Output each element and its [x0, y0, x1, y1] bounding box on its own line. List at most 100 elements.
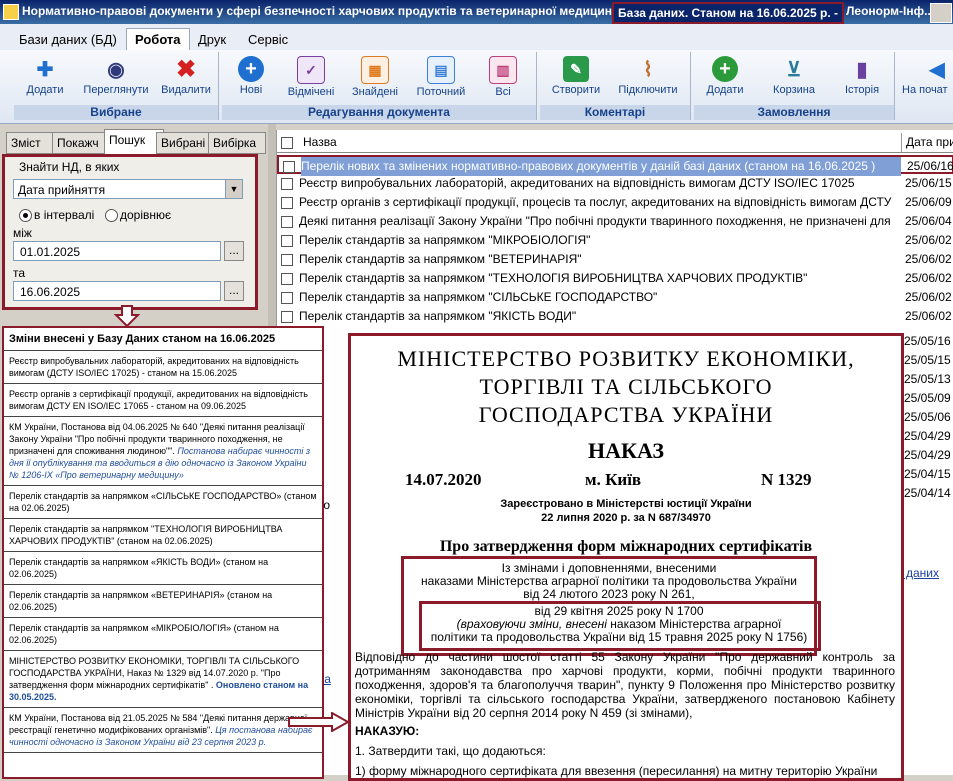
table-row[interactable]: Деякі питання реалізації Закону України …: [277, 212, 953, 231]
row-checkbox[interactable]: [281, 197, 293, 209]
create-comment-button[interactable]: ✎ Створити: [544, 56, 608, 96]
and-label: та: [13, 266, 26, 280]
paperclip-icon: ⌇: [643, 58, 653, 81]
new-docs-button[interactable]: + Нові: [228, 56, 274, 96]
list-item[interactable]: Перелік стандартів за напрямком «ЯКІСТЬ …: [4, 552, 322, 585]
basket-button[interactable]: ⊻ Корзина: [766, 56, 822, 97]
tab-print[interactable]: Друк: [189, 28, 235, 51]
list-item[interactable]: МІНІСТЕРСТВО РОЗВИТКУ ЕКОНОМІКИ, ТОРГІВЛ…: [4, 651, 322, 708]
search-field-select[interactable]: Дата прийняття ▼: [13, 179, 243, 199]
column-date[interactable]: Дата прий: [901, 133, 953, 152]
row-checkbox[interactable]: [281, 311, 293, 323]
ministry-line-1: МІНІСТЕРСТВО РОЗВИТКУ ЕКОНОМІКИ,: [397, 346, 855, 371]
table-row[interactable]: Перелік стандартів за напрямком "СІЛЬСЬК…: [277, 288, 953, 307]
table-row[interactable]: Реєстр випробувальних лабораторій, акред…: [277, 174, 953, 193]
column-name[interactable]: Назва: [299, 133, 903, 152]
row-date: 25/05/06: [904, 410, 951, 424]
tab-selection[interactable]: Вибірка: [208, 132, 266, 154]
table-row[interactable]: Реєстр органів з сертифікації продукції,…: [277, 193, 953, 212]
group-caption-comments: Коментарі: [540, 105, 690, 120]
row-name: Перелік стандартів за напрямком "ЯКІСТЬ …: [299, 309, 577, 323]
registered-line-2: 22 липня 2020 р. за N 687/34970: [541, 512, 711, 524]
date-from-input[interactable]: 01.01.2025: [13, 241, 221, 261]
arrow-right-icon: [288, 712, 350, 732]
tab-search[interactable]: Пошук: [104, 129, 164, 155]
comment-create-icon: ✎: [563, 56, 589, 82]
found-docs-button[interactable]: ▦ Знайдені: [346, 56, 404, 98]
list-item[interactable]: Реєстр органів з сертифікації продукції,…: [4, 384, 322, 417]
go-start-button[interactable]: ◀ На почат: [902, 56, 953, 97]
radio-equals[interactable]: [105, 209, 118, 222]
row-date: 25/06/02: [905, 252, 952, 266]
table-row[interactable]: Перелік стандартів за напрямком "МІКРОБІ…: [277, 231, 953, 250]
ribbon: ✚ Додати ◉ Переглянути ✖ Видалити Вибран…: [0, 50, 953, 124]
current-doc-button[interactable]: ▤ Поточний: [408, 56, 474, 98]
delete-x-icon: ✖: [175, 55, 197, 83]
all-docs-button[interactable]: ▥ Всі: [480, 56, 526, 98]
attach-comment-button[interactable]: ⌇ Підключити: [612, 56, 684, 97]
list-item[interactable]: КМ України, Постанова від 21.05.2025 № 5…: [4, 708, 322, 753]
grid-header: Назва Дата прий: [277, 133, 953, 153]
amendments-text: Із змінами і доповненнями, внесеними нак…: [421, 561, 797, 601]
item-1: 1. Затвердити такі, що додаються:: [355, 744, 546, 758]
arrow-down-icon: [114, 305, 140, 327]
table-row[interactable]: Перелік стандартів за напрямком "ЯКІСТЬ …: [277, 307, 953, 326]
tab-work[interactable]: Робота: [126, 28, 190, 51]
ribbon-tabs: Бази даних (БД) Робота Друк Сервіс: [0, 24, 953, 51]
date-from-picker-button[interactable]: ...: [224, 241, 244, 261]
tab-contents[interactable]: Зміст: [6, 132, 58, 154]
list-item[interactable]: Перелік стандартів за напрямком «МІКРОБІ…: [4, 618, 322, 651]
tab-selected[interactable]: Вибрані: [156, 132, 214, 154]
radio-interval[interactable]: [19, 209, 32, 222]
list-item[interactable]: Перелік стандартів за напрямком «СІЛЬСЬК…: [4, 486, 322, 519]
delete-favorite-button[interactable]: ✖ Видалити: [158, 55, 214, 97]
row-date: 25/04/14: [904, 486, 951, 500]
table-row[interactable]: Перелік нових та змінених нормативно-пра…: [277, 155, 953, 176]
ribbon-group-edit-document: + Нові ✓ Відмічені ▦ Знайдені ▤ Поточний…: [222, 52, 537, 120]
plus-green-icon: +: [712, 56, 738, 82]
marked-docs-button[interactable]: ✓ Відмічені: [280, 56, 342, 98]
row-date: 25/06/04: [905, 214, 952, 228]
row-date: 25/05/16: [904, 334, 951, 348]
group-caption-favorites: Вибране: [14, 105, 218, 120]
radio-equals-label: дорівнює: [120, 208, 172, 222]
row-checkbox[interactable]: [281, 235, 293, 247]
row-date: 25/06/15: [905, 176, 952, 190]
changes-list: Зміни внесені у Базу Даних станом на 16.…: [2, 326, 324, 779]
row-checkbox[interactable]: [281, 254, 293, 266]
date-to-picker-button[interactable]: ...: [224, 281, 244, 301]
arrow-left-icon: ◀: [929, 58, 945, 81]
row-checkbox[interactable]: [281, 178, 293, 190]
behind-link[interactable]: і даних: [900, 566, 939, 580]
row-checkbox[interactable]: [281, 273, 293, 285]
add-order-button[interactable]: + Додати: [700, 56, 750, 96]
table-row[interactable]: Перелік стандартів за напрямком "ВЕТЕРИН…: [277, 250, 953, 269]
window-controls[interactable]: [930, 3, 952, 23]
window-title: Нормативно-правові документи у сфері без…: [22, 4, 620, 18]
list-item[interactable]: Реєстр випробувальних лабораторій, акред…: [4, 351, 322, 384]
tab-index[interactable]: Покажч: [52, 132, 110, 154]
date-to-input[interactable]: 16.06.2025: [13, 281, 221, 301]
row-name: Перелік стандартів за напрямком "ТЕХНОЛО…: [299, 271, 808, 285]
list-item[interactable]: Перелік стандартів за напрямком «ВЕТЕРИН…: [4, 585, 322, 618]
view-favorite-button[interactable]: ◉ Переглянути: [78, 56, 154, 97]
vendor-title: Леонорм-Інф...: [846, 4, 935, 18]
list-item[interactable]: КМ України, Постанова від 04.06.2025 № 6…: [4, 417, 322, 486]
chevron-down-icon[interactable]: ▼: [225, 180, 242, 198]
table-row[interactable]: Перелік стандартів за напрямком "ТЕХНОЛО…: [277, 269, 953, 288]
history-icon: ▮: [856, 58, 868, 81]
tab-service[interactable]: Сервіс: [239, 28, 297, 51]
tab-databases[interactable]: Бази даних (БД): [10, 28, 126, 51]
add-favorite-button[interactable]: ✚ Додати: [20, 56, 70, 97]
select-all-checkbox[interactable]: [281, 137, 293, 149]
row-checkbox[interactable]: [281, 292, 293, 304]
doc-number: N 1329: [761, 470, 812, 489]
all-icon: ▥: [489, 56, 517, 84]
history-button[interactable]: ▮ Історія: [834, 56, 890, 97]
row-checkbox[interactable]: [281, 216, 293, 228]
row-date: 25/04/29: [904, 429, 951, 443]
doc-date: 14.07.2020: [405, 470, 482, 489]
list-item[interactable]: Перелік стандартів за напрямком "ТЕХНОЛО…: [4, 519, 322, 552]
row-checkbox[interactable]: [283, 161, 295, 173]
row-name: Перелік стандартів за напрямком "СІЛЬСЬК…: [299, 290, 658, 304]
